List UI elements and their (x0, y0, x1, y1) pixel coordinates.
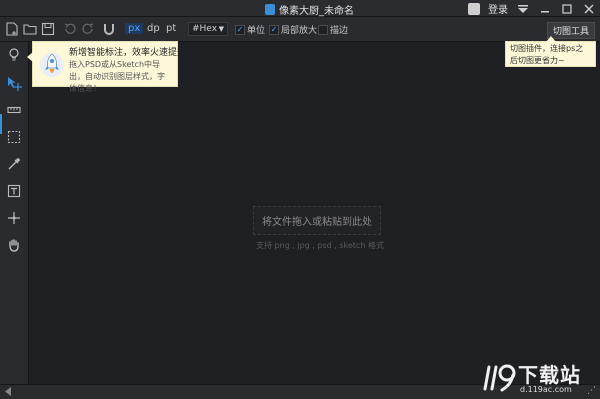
app-logo-icon (265, 4, 275, 15)
toolbar: px dp pt #Hex ▼ ✓ 单位 ✓ 局部放大 描边 (0, 17, 600, 42)
zoom-checkbox-label: 局部放大 (281, 26, 318, 36)
watermark-url: d.119ac.com (520, 385, 572, 394)
unit-dp[interactable]: dp (144, 23, 163, 34)
color-format-select[interactable]: #Hex ▼ (188, 22, 228, 36)
magnet-icon[interactable] (101, 21, 117, 37)
slice-tooltip-text: 切图插件，连接ps之后切图更省力~ (510, 44, 584, 65)
ruler-icon[interactable] (6, 102, 22, 118)
chevron-down-icon: ▼ (218, 25, 224, 33)
avatar-icon[interactable] (468, 2, 480, 15)
watermark-logo-icon (483, 364, 516, 392)
maximize-icon[interactable] (560, 2, 574, 16)
watermark: 下载站 d.119ac.com (482, 357, 598, 397)
drop-zone[interactable]: 将文件拖入或粘贴到此处 (253, 206, 381, 235)
smart-mark-tooltip: 新增智能标注，效率火速提升 拖入PSD或从Sketch中导出，自动识别图层样式，… (27, 41, 187, 93)
unit-checkbox-label: 单位 (247, 26, 266, 36)
hand-tool-icon[interactable] (6, 237, 22, 253)
rect-select-icon[interactable] (6, 129, 22, 145)
new-file-icon[interactable] (4, 21, 20, 37)
stroke-checkbox[interactable]: 描边 (318, 23, 348, 36)
tooltip-body: 拖入PSD或从Sketch中导出，自动识别图层样式，字体信息！ (69, 60, 165, 93)
window-title: 像素大厨_未命名 (265, 2, 354, 17)
watermark-text: 下载站 (518, 363, 581, 387)
tooltip-arrow (27, 52, 33, 62)
text-tool-icon[interactable] (6, 183, 22, 199)
title-bar: 像素大厨_未命名 登录 (0, 0, 600, 17)
checkbox-empty-icon (318, 24, 328, 35)
tool-sidebar (0, 42, 29, 384)
login-link[interactable]: 登录 (488, 1, 508, 16)
window-title-text: 像素大厨_未命名 (279, 6, 354, 17)
check-icon: ✓ (269, 24, 279, 35)
save-icon[interactable] (40, 21, 56, 37)
menu-dropdown-icon[interactable] (516, 2, 530, 16)
tooltip-title: 新增智能标注，效率火速提升 (69, 48, 187, 58)
move-tool-icon[interactable] (6, 76, 22, 92)
active-tool-indicator (0, 114, 2, 134)
close-icon[interactable] (582, 2, 596, 16)
tooltip-arrow (546, 36, 556, 42)
eyedropper-icon[interactable] (6, 156, 22, 172)
window-controls: 登录 (468, 1, 596, 16)
stroke-checkbox-label: 描边 (330, 26, 349, 36)
redo-icon[interactable] (80, 21, 96, 37)
rocket-icon (40, 53, 64, 77)
color-format-value: #Hex (192, 24, 218, 34)
drop-hint: 支持 png , jpg , psd , sketch 格式 (256, 241, 384, 250)
open-folder-icon[interactable] (22, 21, 38, 37)
minimize-icon[interactable] (538, 2, 552, 16)
slice-tool-tooltip: 切图插件，连接ps之后切图更省力~ (505, 36, 596, 67)
zoom-checkbox[interactable]: ✓ 局部放大 (269, 23, 317, 36)
undo-icon[interactable] (62, 21, 78, 37)
unit-checkbox[interactable]: ✓ 单位 (235, 23, 265, 36)
unit-px[interactable]: px (125, 23, 144, 34)
check-icon: ✓ (235, 24, 245, 35)
collapse-arrow-icon[interactable] (4, 387, 12, 396)
crosshair-icon[interactable] (6, 210, 22, 226)
unit-pt[interactable]: pt (163, 23, 179, 34)
smart-mark-icon[interactable] (6, 46, 22, 62)
